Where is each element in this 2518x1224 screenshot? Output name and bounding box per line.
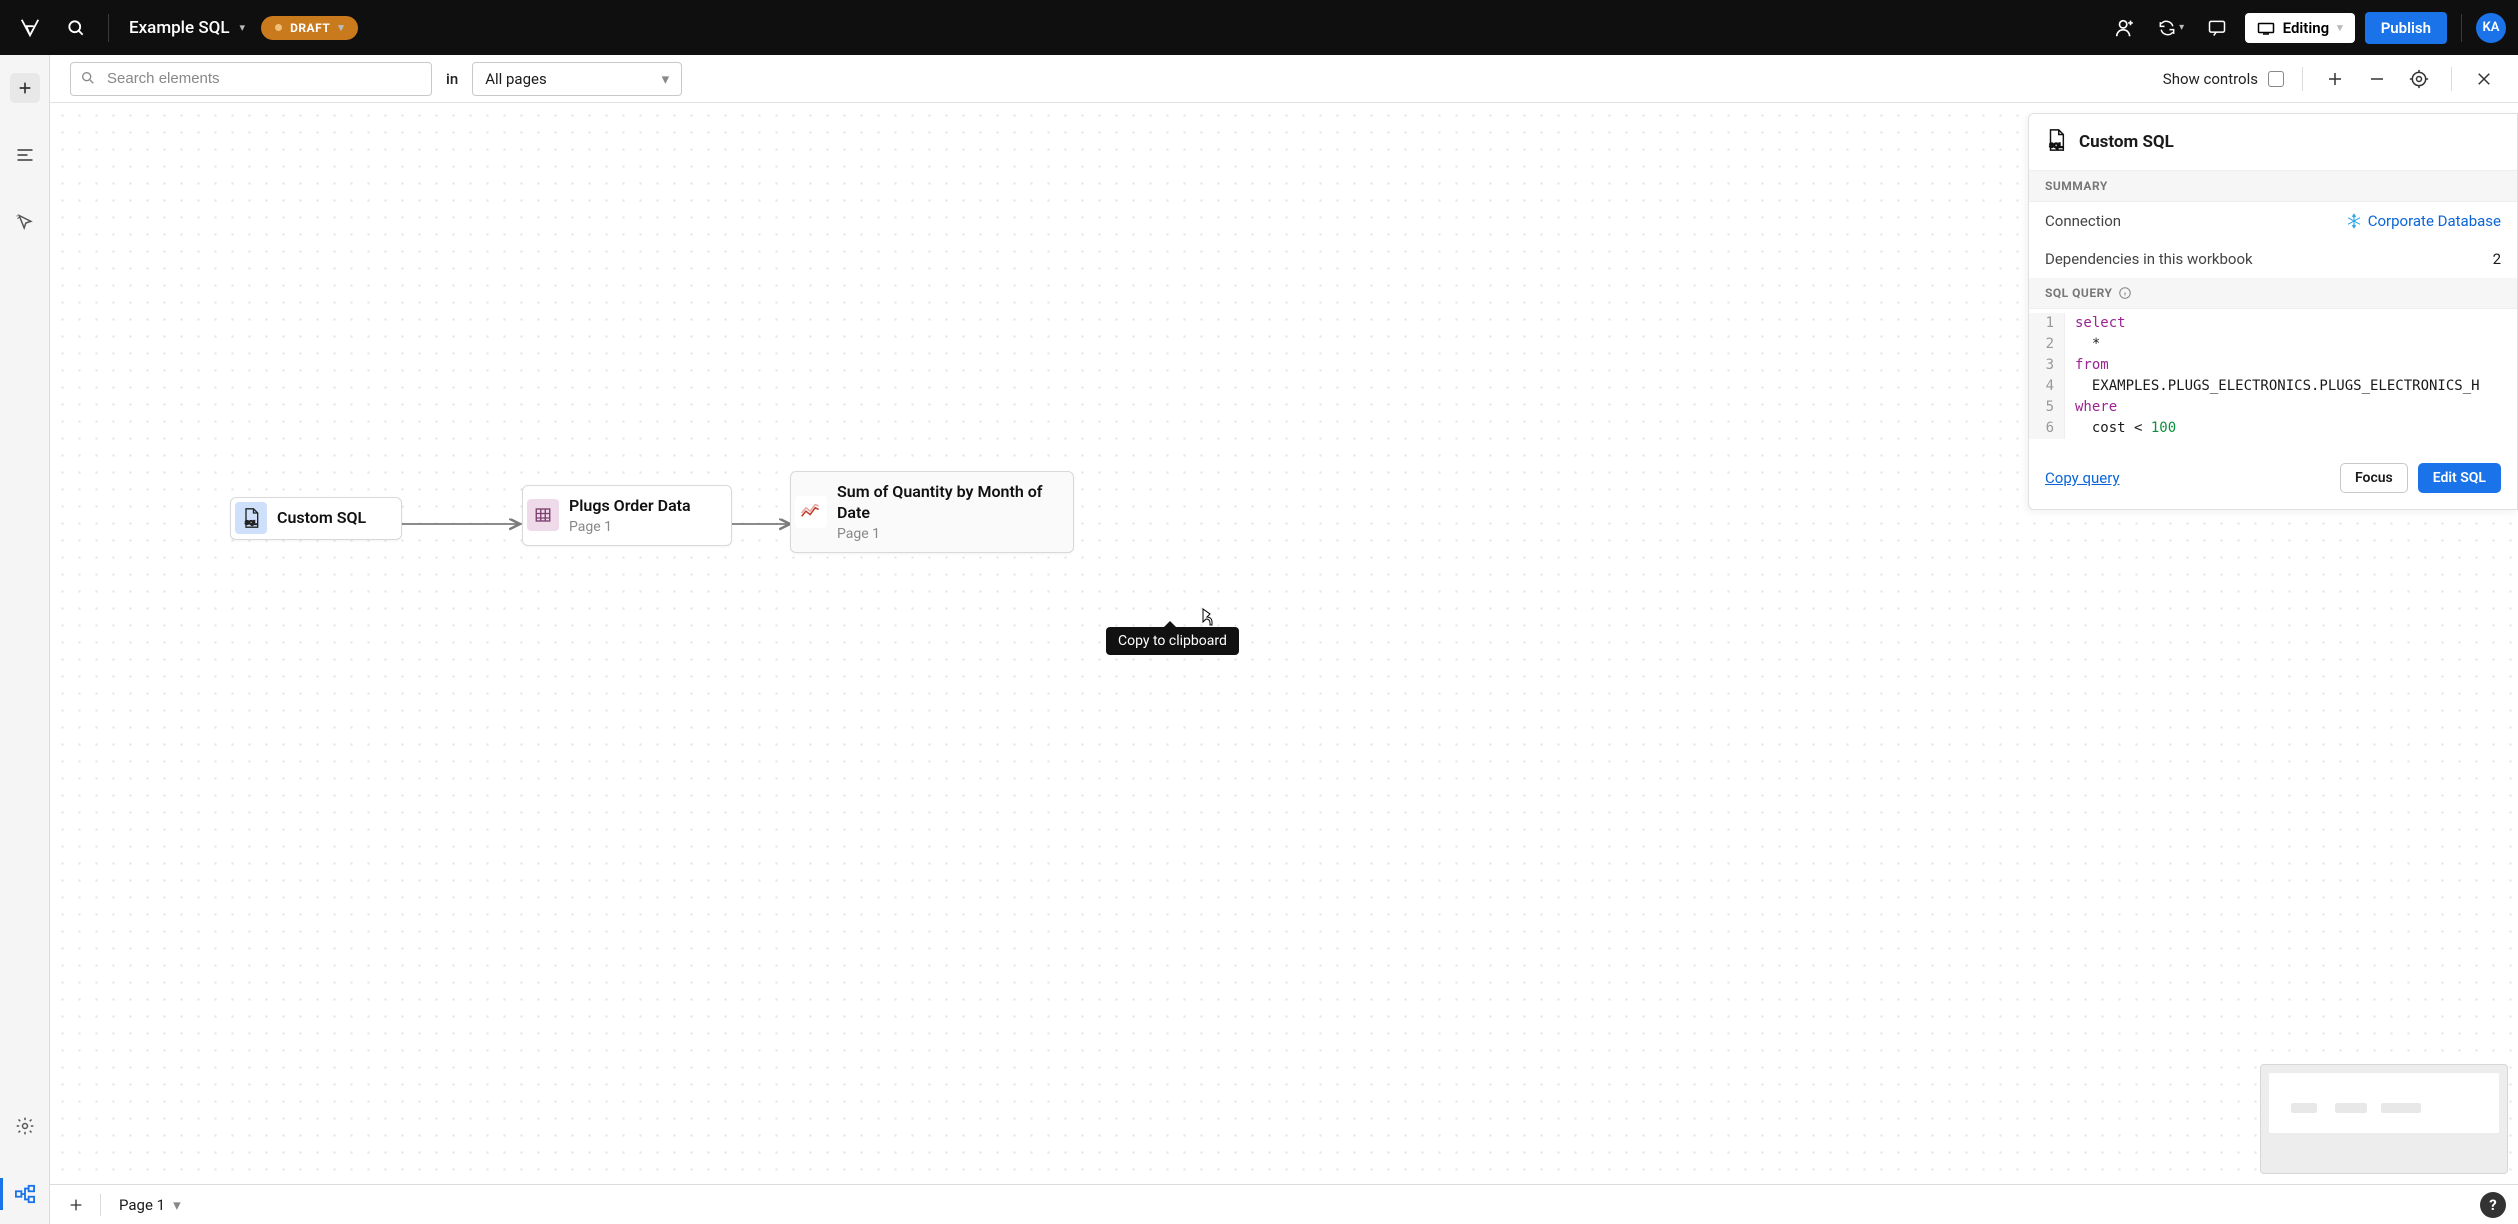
format-icon[interactable] [9,139,41,171]
add-element-button[interactable] [10,73,40,103]
separator [2302,67,2303,91]
node-title: Sum of Quantity by Month of Date [837,482,1057,524]
top-bar: Example SQL ▾ DRAFT ▾ ▾ Editing ▾ Publis… [0,0,2518,55]
deps-value: 2 [2493,250,2501,268]
add-user-icon[interactable] [2107,10,2143,46]
canvas-toolbar: in All pages ▾ Show controls [50,55,2518,103]
details-panel: SQL Custom SQL SUMMARY Connection Corpor… [2028,113,2518,510]
chevron-down-icon: ▾ [662,70,670,88]
node-subtitle: Page 1 [569,519,691,535]
checkbox-icon[interactable] [2268,71,2284,87]
connection-label: Connection [2045,212,2121,230]
sql-icon: SQL [235,502,267,534]
sql-label-text: SQL QUERY [2045,286,2112,300]
search-wrap [70,62,432,96]
chevron-down-icon: ▾ [173,1196,181,1214]
sql-file-icon: SQL [2045,128,2067,156]
svg-text:SQL: SQL [245,521,257,527]
separator [100,1194,101,1216]
separator [2451,67,2452,91]
lineage-canvas[interactable]: SQL Custom SQL Plugs Order Data Page 1 [50,103,2518,1184]
chevron-down-icon: ▾ [2179,22,2184,33]
search-icon [80,70,96,90]
close-panel-button[interactable] [2470,65,2498,93]
sql-code-block: 1select2 *3from4 EXAMPLES.PLUGS_ELECTRON… [2029,309,2517,451]
draft-label: DRAFT [290,21,330,35]
table-icon [527,499,559,531]
tooltip: Copy to clipboard [1106,627,1239,655]
settings-icon[interactable] [9,1110,41,1142]
chevron-down-icon: ▾ [2337,21,2343,34]
search-elements-input[interactable] [70,62,432,96]
mode-label: Editing [2283,19,2330,37]
copy-query-link[interactable]: Copy query [2045,469,2120,487]
refresh-icon[interactable]: ▾ [2153,10,2189,46]
deps-label: Dependencies in this workbook [2045,250,2253,268]
node-title: Plugs Order Data [569,496,691,517]
separator [108,14,109,42]
page-tab-label: Page 1 [119,1196,165,1214]
logo-icon[interactable] [12,10,48,46]
lineage-icon[interactable] [9,1178,41,1210]
document-title-text: Example SQL [129,18,230,38]
page-scope-value: All pages [485,70,547,88]
connection-value: Corporate Database [2368,212,2501,230]
status-dot-icon [275,24,282,31]
snowflake-icon [2346,213,2362,229]
chevron-down-icon: ▾ [338,21,344,34]
svg-text:SQL: SQL [2049,142,2062,149]
recenter-button[interactable] [2405,65,2433,93]
zoom-out-button[interactable] [2363,65,2391,93]
node-title: Custom SQL [277,508,366,529]
tooltip-text: Copy to clipboard [1118,633,1227,649]
user-avatar[interactable]: KA [2476,13,2506,43]
chevron-down-icon: ▾ [240,21,246,34]
show-controls-label: Show controls [2163,70,2258,88]
separator [2461,14,2462,42]
document-title[interactable]: Example SQL ▾ [123,18,251,38]
sql-section-label: SQL QUERY [2029,278,2517,309]
node-subtitle: Page 1 [837,526,1057,542]
minimap[interactable] [2260,1064,2508,1174]
edit-sql-button[interactable]: Edit SQL [2418,463,2501,493]
chart-icon [795,496,827,528]
in-label: in [446,70,458,88]
info-icon[interactable] [2118,286,2132,300]
zoom-in-button[interactable] [2321,65,2349,93]
page-scope-select[interactable]: All pages ▾ [472,62,682,96]
comment-icon[interactable] [2199,10,2235,46]
search-icon[interactable] [58,10,94,46]
mouse-cursor-icon [1196,607,1216,633]
focus-button[interactable]: Focus [2340,463,2408,493]
node-sum-quantity[interactable]: Sum of Quantity by Month of Date Page 1 [790,471,1074,553]
node-plugs-order-data[interactable]: Plugs Order Data Page 1 [522,485,732,546]
avatar-initials: KA [2483,20,2500,35]
summary-section-label: SUMMARY [2029,171,2517,202]
show-controls-toggle[interactable]: Show controls [2163,70,2284,88]
draft-status-pill[interactable]: DRAFT ▾ [261,16,358,40]
page-tab[interactable]: Page 1 ▾ [111,1192,189,1218]
left-rail [0,55,50,1224]
publish-button[interactable]: Publish [2365,12,2447,44]
help-button[interactable]: ? [2480,1192,2506,1218]
node-custom-sql[interactable]: SQL Custom SQL [230,497,402,540]
publish-label: Publish [2381,19,2431,37]
cursor-icon[interactable] [9,207,41,239]
editing-mode-button[interactable]: Editing ▾ [2245,13,2355,43]
footer-bar: Page 1 ▾ ? [50,1184,2518,1224]
connection-link[interactable]: Corporate Database [2346,212,2501,230]
panel-title: Custom SQL [2079,132,2174,152]
add-page-button[interactable] [62,1191,90,1219]
